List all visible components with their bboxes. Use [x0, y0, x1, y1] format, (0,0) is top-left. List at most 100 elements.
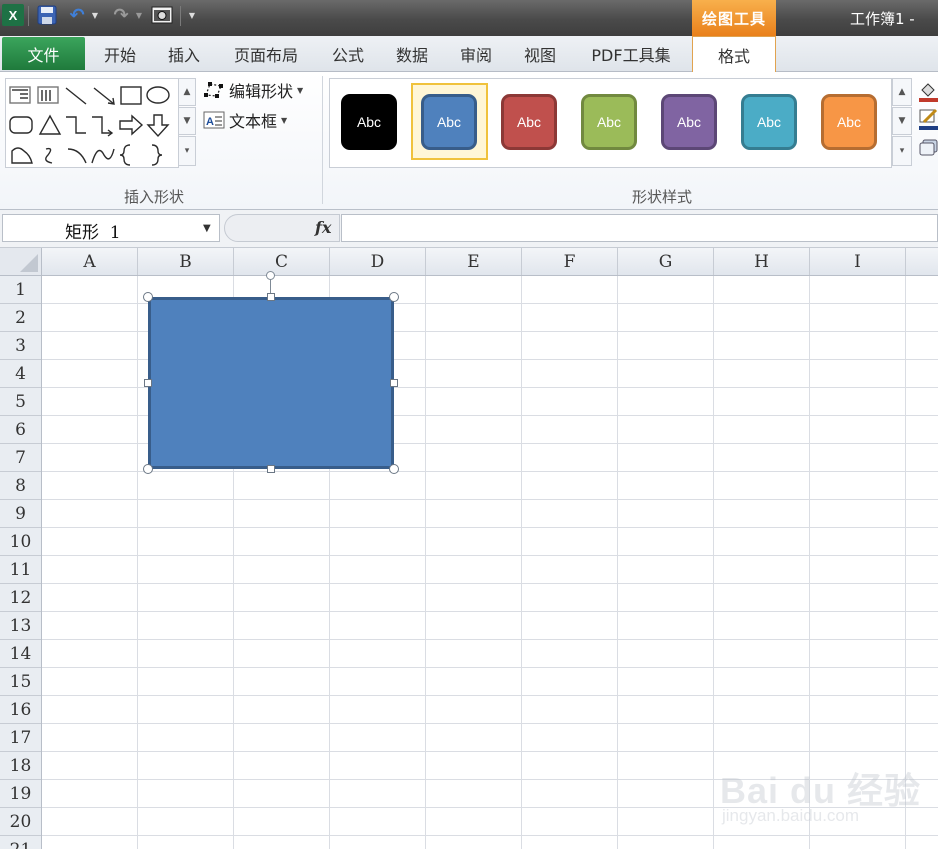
style-gallery-scroll-down[interactable]: ▼ — [892, 107, 912, 135]
column-header[interactable]: C — [234, 248, 330, 275]
rectangle-shape[interactable] — [148, 297, 394, 469]
down-arrow-shape-icon[interactable] — [146, 114, 170, 138]
excel-logo-icon[interactable]: X — [2, 4, 24, 26]
style-swatch-orange[interactable]: Abc — [821, 94, 877, 150]
undo-button[interactable]: ↶ — [66, 4, 88, 26]
resize-handle-bottom[interactable] — [267, 465, 275, 473]
style-swatch-green[interactable]: Abc — [581, 94, 637, 150]
resize-handle-top[interactable] — [267, 293, 275, 301]
shape-effects-button[interactable] — [918, 136, 938, 158]
row-header[interactable]: 3 — [0, 332, 41, 360]
row-header[interactable]: 4 — [0, 360, 41, 388]
row-header[interactable]: 12 — [0, 584, 41, 612]
row-header[interactable]: 20 — [0, 808, 41, 836]
name-box[interactable]: 矩形 1 ▼ — [2, 214, 220, 243]
triangle-shape-icon[interactable] — [38, 114, 62, 135]
scribble-shape-icon[interactable] — [45, 147, 53, 164]
row-header[interactable]: 2 — [0, 304, 41, 332]
column-header[interactable]: B — [138, 248, 234, 275]
row-header[interactable]: 17 — [0, 724, 41, 752]
resize-handle-top-left[interactable] — [143, 292, 153, 302]
column-header[interactable]: D — [330, 248, 426, 275]
curve-shape-icon[interactable] — [91, 148, 115, 164]
column-header[interactable]: F — [522, 248, 618, 275]
shape-gallery-scroll-up[interactable]: ▲ — [178, 78, 196, 106]
customize-toolbar-dropdown[interactable]: ▼ — [186, 4, 198, 26]
text-box-shape-icon[interactable] — [9, 86, 31, 104]
left-brace-shape-icon[interactable] — [119, 144, 131, 166]
column-header[interactable]: I — [810, 248, 906, 275]
row-header[interactable]: 9 — [0, 500, 41, 528]
row-header[interactable]: 1 — [0, 276, 41, 304]
tab-home[interactable]: 开始 — [96, 36, 144, 71]
style-swatch-black[interactable]: Abc — [341, 94, 397, 150]
tab-formulas[interactable]: 公式 — [324, 36, 372, 71]
style-swatch-red[interactable]: Abc — [501, 94, 557, 150]
edit-shape-button[interactable]: 编辑形状 ▼ — [203, 78, 303, 102]
row-header[interactable]: 14 — [0, 640, 41, 668]
shape-outline-button[interactable] — [918, 108, 938, 130]
shape-gallery-scroll-down[interactable]: ▼ — [178, 107, 196, 135]
tab-pdf-tools[interactable]: PDF工具集 — [582, 36, 680, 71]
row-header[interactable]: 18 — [0, 752, 41, 780]
resize-handle-bottom-right[interactable] — [389, 464, 399, 474]
insert-function-icon[interactable]: fx — [315, 218, 331, 237]
elbow-connector-shape-icon[interactable] — [66, 116, 86, 134]
resize-handle-top-right[interactable] — [389, 292, 399, 302]
column-header[interactable]: H — [714, 248, 810, 275]
style-gallery-more[interactable]: ▾ — [892, 136, 912, 166]
arrow-line-shape-icon[interactable] — [93, 87, 115, 105]
shape-fill-button[interactable] — [918, 80, 938, 102]
line-shape-icon[interactable] — [65, 87, 87, 105]
text-box-button[interactable]: A 文本框 ▼ — [203, 108, 287, 132]
style-swatch-purple[interactable]: Abc — [661, 94, 717, 150]
row-header[interactable]: 11 — [0, 556, 41, 584]
rotation-handle[interactable] — [266, 271, 275, 280]
row-header[interactable]: 19 — [0, 780, 41, 808]
elbow-arrow-connector-shape-icon[interactable] — [92, 116, 114, 137]
formula-input[interactable] — [341, 214, 938, 242]
row-header[interactable]: 8 — [0, 472, 41, 500]
right-arrow-shape-icon[interactable] — [119, 114, 144, 136]
style-gallery-scroll-up[interactable]: ▲ — [892, 78, 912, 106]
tab-file[interactable]: 文件 — [2, 37, 85, 70]
select-all-button[interactable] — [0, 248, 42, 276]
row-header[interactable]: 21 — [0, 836, 41, 849]
style-swatch-blue[interactable]: Abc — [421, 94, 477, 150]
column-header[interactable]: E — [426, 248, 522, 275]
right-brace-shape-icon[interactable] — [151, 144, 163, 166]
tab-insert[interactable]: 插入 — [160, 36, 208, 71]
column-header[interactable]: A — [42, 248, 138, 275]
camera-button[interactable] — [150, 4, 174, 26]
resize-handle-left[interactable] — [144, 379, 152, 387]
tab-review[interactable]: 审阅 — [452, 36, 500, 71]
rectangle-shape-icon[interactable] — [120, 86, 142, 105]
row-header[interactable]: 5 — [0, 388, 41, 416]
row-header[interactable]: 7 — [0, 444, 41, 472]
redo-dropdown[interactable]: ▼ — [134, 4, 144, 26]
redo-button[interactable]: ↷ — [110, 4, 132, 26]
freeform-shape-icon[interactable] — [11, 147, 33, 164]
arc-shape-icon[interactable] — [67, 148, 87, 164]
tab-data[interactable]: 数据 — [388, 36, 436, 71]
row-header[interactable]: 13 — [0, 612, 41, 640]
row-header[interactable]: 15 — [0, 668, 41, 696]
save-button[interactable] — [36, 4, 58, 26]
resize-handle-bottom-left[interactable] — [143, 464, 153, 474]
oval-shape-icon[interactable] — [146, 86, 170, 104]
style-swatch-aqua[interactable]: Abc — [741, 94, 797, 150]
column-header[interactable]: G — [618, 248, 714, 275]
undo-dropdown[interactable]: ▼ — [90, 4, 100, 26]
vertical-text-box-shape-icon[interactable] — [37, 86, 59, 104]
shape-gallery-more[interactable]: ▾ — [178, 136, 196, 166]
tab-view[interactable]: 视图 — [516, 36, 564, 71]
resize-handle-right[interactable] — [390, 379, 398, 387]
row-header[interactable]: 10 — [0, 528, 41, 556]
row-header[interactable]: 6 — [0, 416, 41, 444]
rounded-rectangle-shape-icon[interactable] — [9, 116, 33, 134]
tab-page-layout[interactable]: 页面布局 — [224, 36, 308, 71]
tab-format[interactable]: 格式 — [692, 36, 776, 72]
toolbar-divider — [28, 6, 29, 26]
chevron-down-icon[interactable]: ▼ — [203, 223, 211, 234]
row-header[interactable]: 16 — [0, 696, 41, 724]
